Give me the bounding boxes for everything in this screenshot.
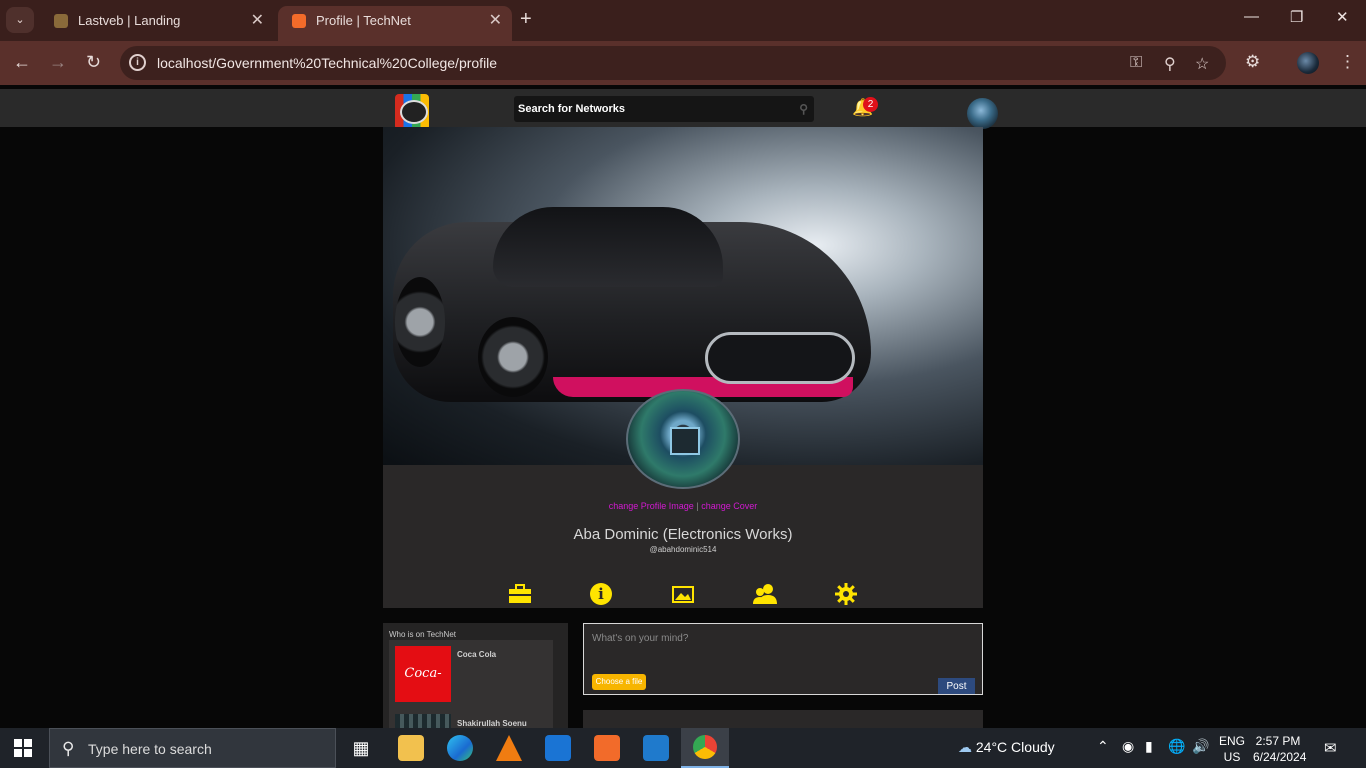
friends-icon[interactable] bbox=[753, 583, 777, 605]
who-list: Coca-Cola Coca Cola Shakirullah Soenu bbox=[389, 640, 553, 728]
vlc-icon[interactable] bbox=[496, 735, 522, 761]
profile-change-links: change Profile Image | change Cover bbox=[383, 501, 983, 511]
tab-title: Profile | TechNet bbox=[316, 13, 411, 28]
camera-icon[interactable]: ◉ bbox=[1122, 738, 1134, 755]
change-profile-image-link[interactable]: change Profile Image bbox=[609, 501, 694, 511]
tab-favicon bbox=[54, 14, 68, 28]
vscode-icon[interactable] bbox=[643, 735, 669, 761]
profile-card: change Profile Image | change Cover Aba … bbox=[383, 127, 983, 608]
notification-badge: 2 bbox=[863, 97, 878, 112]
choose-file-button[interactable]: Choose a file bbox=[592, 674, 646, 690]
search-icon: ⚲ bbox=[62, 739, 75, 758]
battery-icon[interactable]: ▮ bbox=[1145, 738, 1153, 755]
post-textarea[interactable] bbox=[589, 629, 976, 675]
edge-browser-icon[interactable] bbox=[447, 735, 473, 761]
xampp-favicon bbox=[292, 14, 306, 28]
change-cover-link[interactable]: change Cover bbox=[701, 501, 757, 511]
browser-profile-avatar[interactable] bbox=[1297, 52, 1319, 74]
minimize-window-icon[interactable]: — bbox=[1244, 8, 1259, 25]
language-indicator[interactable]: ENG US bbox=[1219, 733, 1245, 765]
zoom-icon[interactable]: ⚲ bbox=[1164, 54, 1176, 74]
search-icon[interactable]: ⚲ bbox=[799, 96, 808, 122]
weather-widget[interactable]: ☁ 24°C Cloudy bbox=[958, 739, 1055, 756]
car-wheel bbox=[395, 277, 445, 367]
post-composer: Choose a file Post bbox=[583, 623, 983, 695]
close-tab-icon[interactable]: ✕ bbox=[489, 6, 502, 35]
feed-item bbox=[583, 710, 983, 728]
taskbar-search-box[interactable]: ⚲ Type here to search bbox=[49, 728, 336, 768]
tab-search-dropdown-button[interactable]: ⌄ bbox=[6, 7, 34, 33]
cloud-icon: ☁ bbox=[958, 739, 972, 755]
site-top-nav: Search for Networks ⚲ 🔔 2 bbox=[0, 89, 1366, 130]
password-key-icon[interactable]: ⚿ bbox=[1130, 54, 1142, 72]
volume-icon[interactable]: 🔊 bbox=[1192, 738, 1209, 755]
xampp-icon[interactable] bbox=[594, 735, 620, 761]
clock-time: 2:57 PM bbox=[1255, 734, 1301, 748]
browser-toolbar: ← → ↻ i localhost/Government%20Technical… bbox=[0, 41, 1366, 85]
user-avatar[interactable] bbox=[967, 98, 998, 129]
clock-date: 6/24/2024 bbox=[1253, 750, 1307, 764]
search-placeholder: Search for Networks bbox=[518, 103, 625, 115]
browser-tab-profile[interactable]: Profile | TechNet ✕ bbox=[278, 6, 512, 41]
address-bar[interactable]: i localhost/Government%20Technical%20Col… bbox=[120, 46, 1226, 80]
browser-tab-lastveb[interactable]: Lastveb | Landing ✕ bbox=[40, 6, 274, 41]
car-roof-shape bbox=[493, 207, 723, 287]
coca-cola-logo[interactable]: Coca-Cola bbox=[395, 646, 451, 728]
car-wheel bbox=[478, 317, 548, 397]
link-separator: | bbox=[696, 501, 699, 511]
gallery-icon[interactable] bbox=[671, 583, 695, 605]
back-arrow-icon[interactable]: ← bbox=[13, 52, 31, 72]
info-icon[interactable]: i bbox=[590, 583, 612, 605]
post-button[interactable]: Post bbox=[938, 678, 975, 694]
task-view-icon[interactable]: ▦ bbox=[348, 735, 374, 761]
windows-start-icon[interactable] bbox=[14, 739, 32, 757]
profile-avatar[interactable] bbox=[626, 389, 740, 489]
mail-icon[interactable] bbox=[545, 735, 571, 761]
new-tab-button[interactable]: + bbox=[520, 8, 532, 31]
taskbar-search-placeholder: Type here to search bbox=[88, 741, 212, 757]
windows-taskbar: ⚲ Type here to search ▦ ☁ 24°C Cloudy ⌃ … bbox=[0, 728, 1366, 768]
settings-icon[interactable] bbox=[834, 583, 858, 605]
restore-window-icon[interactable]: ❐ bbox=[1290, 8, 1303, 26]
close-tab-icon[interactable]: ✕ bbox=[251, 6, 264, 35]
page-viewport: Search for Networks ⚲ 🔔 2 change Profile… bbox=[0, 85, 1366, 728]
chrome-taskbar-active[interactable] bbox=[681, 728, 729, 768]
close-window-icon[interactable]: ✕ bbox=[1336, 8, 1349, 26]
who-user-name[interactable]: Shakirullah Soenu bbox=[457, 719, 527, 728]
briefcase-icon[interactable] bbox=[508, 583, 532, 605]
chrome-icon bbox=[693, 735, 717, 759]
tab-title: Lastveb | Landing bbox=[78, 13, 181, 28]
weather-text: 24°C Cloudy bbox=[975, 739, 1055, 755]
who-is-on-sidebar: Who is on TechNet Coca-Cola Coca Cola Sh… bbox=[383, 623, 568, 728]
car-grille-shape bbox=[705, 332, 855, 384]
sidebar-title: Who is on TechNet bbox=[389, 630, 456, 639]
site-logo[interactable] bbox=[395, 94, 429, 130]
notification-center-icon[interactable]: ✉ bbox=[1324, 739, 1337, 757]
reload-icon[interactable]: ↻ bbox=[86, 52, 101, 72]
forward-arrow-icon[interactable]: → bbox=[49, 52, 67, 72]
extensions-icon[interactable]: ⚙ bbox=[1245, 52, 1260, 72]
lang-bottom: US bbox=[1223, 750, 1241, 764]
browser-tab-bar: ⌄ Lastveb | Landing ✕ Profile | TechNet … bbox=[0, 0, 1366, 41]
show-hidden-icons-chevron-icon[interactable]: ⌃ bbox=[1097, 738, 1109, 755]
browser-menu-icon[interactable]: ⋮ bbox=[1339, 52, 1356, 72]
network-search-input[interactable]: Search for Networks ⚲ bbox=[514, 96, 814, 122]
profile-handle: @abahdominic514 bbox=[649, 545, 717, 554]
file-explorer-icon[interactable] bbox=[398, 735, 424, 761]
who-user-name[interactable]: Coca Cola bbox=[457, 650, 496, 659]
user-thumbnail[interactable] bbox=[395, 714, 451, 728]
site-info-icon[interactable]: i bbox=[129, 54, 146, 71]
bookmark-star-icon[interactable]: ☆ bbox=[1195, 54, 1209, 74]
network-globe-icon[interactable]: 🌐 bbox=[1168, 738, 1185, 755]
address-url[interactable]: localhost/Government%20Technical%20Colle… bbox=[157, 55, 497, 71]
taskbar-clock[interactable]: 2:57 PM 6/24/2024 bbox=[1253, 733, 1307, 765]
profile-name: Aba Dominic (Electronics Works) bbox=[573, 526, 793, 543]
lang-top: ENG bbox=[1219, 734, 1246, 748]
